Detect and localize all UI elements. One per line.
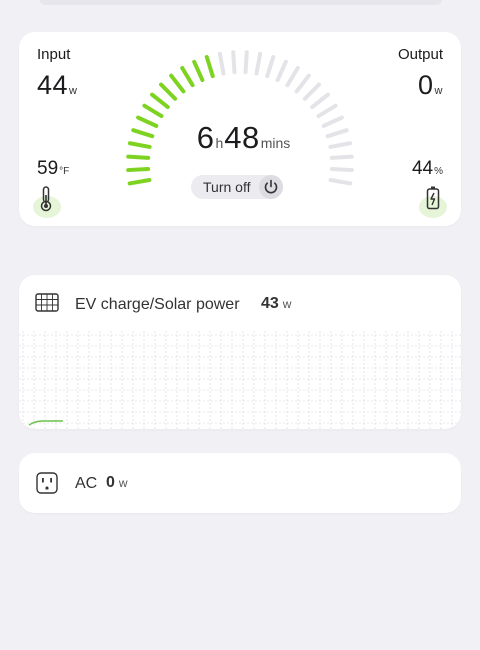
turn-off-label: Turn off xyxy=(203,179,251,195)
runtime-hours: 6 xyxy=(196,120,215,155)
gauge-tick xyxy=(243,50,249,75)
top-card-edge xyxy=(40,0,442,5)
gauge-tick xyxy=(265,55,276,79)
gauge-tick xyxy=(217,51,226,76)
turn-off-button[interactable]: Turn off xyxy=(191,175,283,199)
ev-solar-unit: w xyxy=(282,297,292,311)
runtime-display: 6h48mins xyxy=(159,120,329,156)
runtime-minutes: 48 xyxy=(224,120,260,155)
output-label: Output xyxy=(397,46,443,63)
gauge-tick xyxy=(329,154,354,160)
ac-value: 0 xyxy=(106,474,115,491)
runtime-hours-unit: h xyxy=(215,135,224,151)
gauge-tick xyxy=(180,66,195,88)
gauge-tick xyxy=(329,166,354,173)
gauge-tick xyxy=(169,73,186,94)
battery-charging-icon xyxy=(426,186,440,210)
ac-label: AC xyxy=(75,475,98,492)
ac-outlet-icon xyxy=(36,472,58,494)
gauge-tick xyxy=(310,92,330,110)
thermometer-icon xyxy=(40,186,52,212)
gauge-tick xyxy=(150,92,170,110)
gauge-tick xyxy=(192,59,205,83)
runtime-minutes-unit: mins xyxy=(260,135,291,151)
temperature-unit: °F xyxy=(59,166,70,177)
output-unit: w xyxy=(434,85,443,97)
battery-value: 44 xyxy=(411,158,434,179)
gauge-tick xyxy=(142,103,164,119)
input-unit: w xyxy=(69,85,78,97)
ev-solar-label: EV charge/Solar power xyxy=(75,296,240,313)
gauge-tick xyxy=(136,115,159,128)
input-reading: 44w xyxy=(37,70,78,101)
input-value: 44 xyxy=(37,70,69,100)
gauge-tick xyxy=(126,166,151,173)
gauge-tick xyxy=(325,128,349,139)
gauge-tick xyxy=(328,141,353,149)
gauge-tick xyxy=(204,55,215,79)
gauge-tick xyxy=(159,82,178,101)
temperature-value: 59 xyxy=(37,158,59,179)
gauge-tick xyxy=(328,177,353,186)
gauge-tick xyxy=(285,66,300,88)
output-reading: 0w xyxy=(418,70,443,101)
gauge-tick xyxy=(126,154,151,160)
input-label: Input xyxy=(37,46,71,63)
ev-solar-value: 43 xyxy=(261,295,279,312)
power-history-chart xyxy=(19,331,461,429)
ac-unit: w xyxy=(118,476,128,490)
gauge-tick xyxy=(316,103,338,119)
battery-unit: % xyxy=(434,166,443,177)
solar-panel-icon xyxy=(35,293,59,312)
gauge-tick xyxy=(294,73,311,94)
output-value: 0 xyxy=(418,70,434,100)
gauge-tick xyxy=(302,82,321,101)
battery-reading: 44% xyxy=(412,158,443,180)
ac-card[interactable]: AC 0w xyxy=(19,453,461,513)
ac-reading: 0w xyxy=(106,474,128,492)
gauge-tick xyxy=(127,141,152,149)
gauge-tick xyxy=(127,177,152,186)
temperature-reading: 59°F xyxy=(37,158,69,180)
ev-solar-card[interactable]: EV charge/Solar power 43 w xyxy=(19,275,461,429)
gauge-tick xyxy=(131,128,155,139)
gauge-tick xyxy=(254,51,263,76)
gauge-tick xyxy=(275,59,288,83)
power-icon xyxy=(264,179,278,194)
gauge-tick xyxy=(231,50,237,75)
status-card: Input 44w Output 0w 59°F 44% 6h48mins Tu… xyxy=(19,32,461,226)
ev-solar-reading: 43 w xyxy=(261,295,291,313)
power-button[interactable] xyxy=(259,175,283,199)
